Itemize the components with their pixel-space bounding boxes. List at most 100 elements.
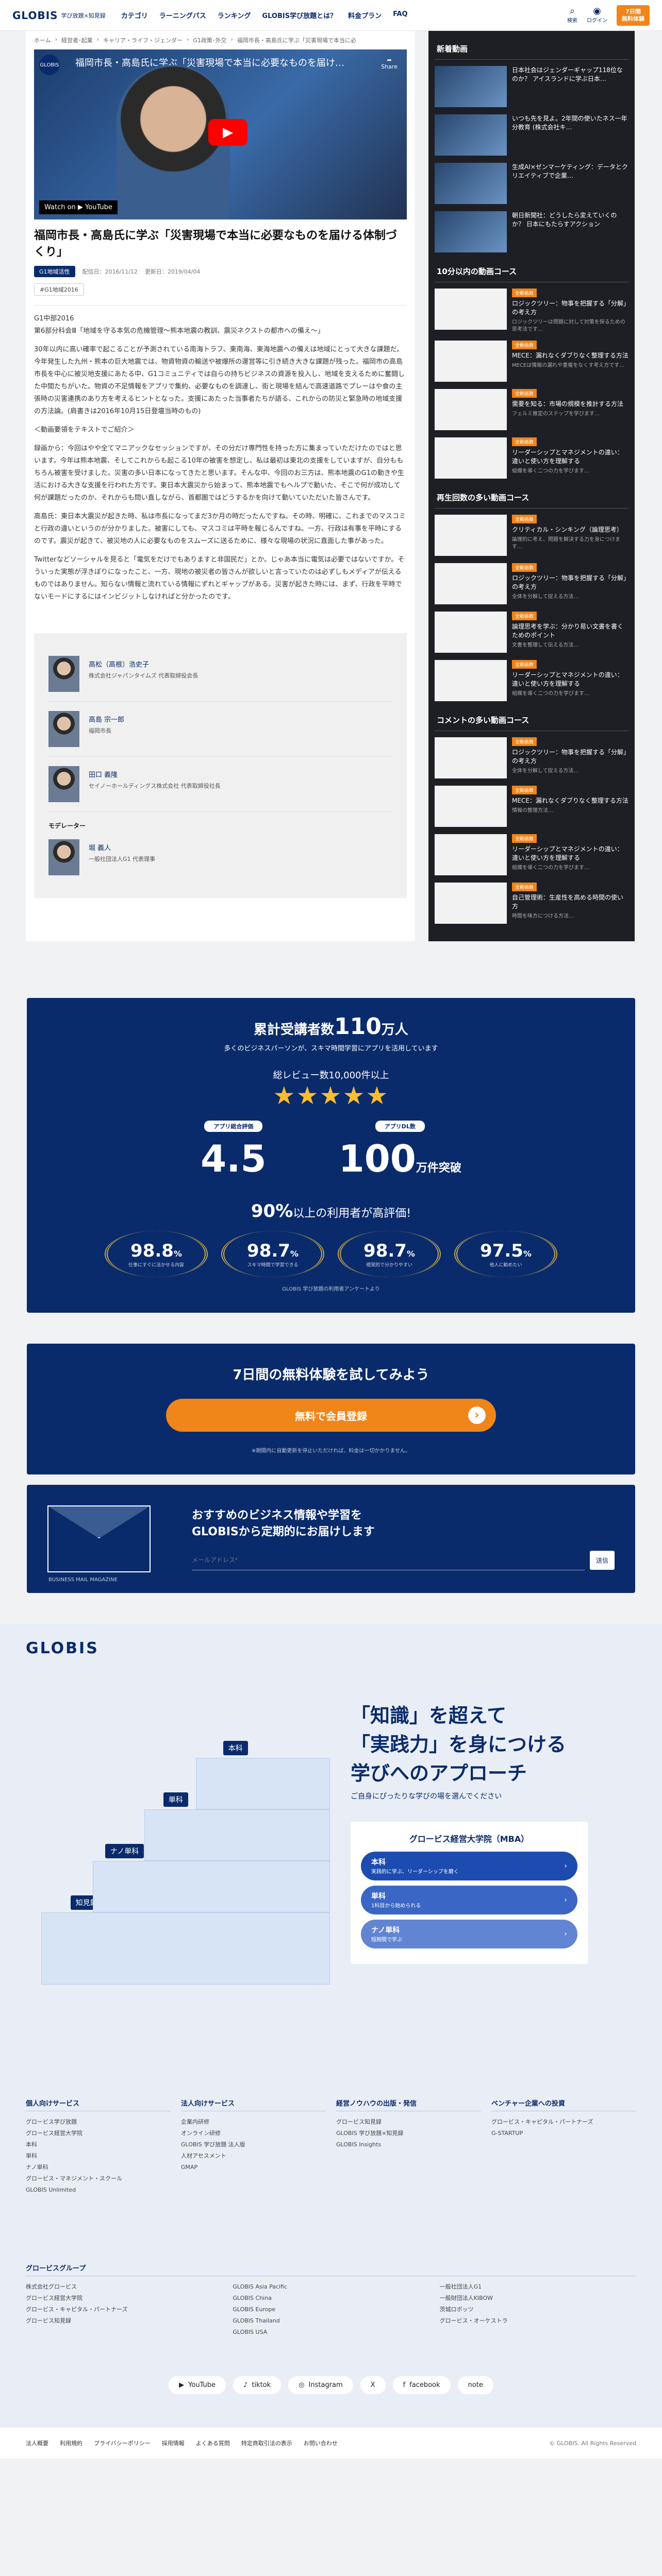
play-button[interactable]: ▶ xyxy=(208,119,247,146)
nav-ranking[interactable]: ランキング xyxy=(218,10,251,20)
footer-link[interactable]: GMAP xyxy=(181,2162,326,2173)
footer-bottom-link[interactable]: よくある質問 xyxy=(196,2439,230,2447)
video-player[interactable]: GLOBIS 福岡市長・高島氏に学ぶ「災害現場で本当に必要なものを届け… ➦ Sh… xyxy=(34,49,407,219)
nav-faq[interactable]: FAQ xyxy=(393,10,408,20)
mba-nano-button[interactable]: ナノ単科 短期間で学ぶ › xyxy=(361,1920,577,1948)
sidebar-course-item[interactable]: 全動画数 リーダーシップとマネジメントの違い：違いと使い方を理解する 組織を導く二つ… xyxy=(435,834,628,875)
footer-link[interactable]: GLOBIS 学び放題×知見録 xyxy=(336,2128,481,2139)
footer-bottom-link[interactable]: お問い合わせ xyxy=(304,2439,338,2447)
group-link[interactable]: グロービス・キャピタル・パートナーズ xyxy=(26,2304,222,2315)
speaker-name[interactable]: 高松（高根）浩史子 xyxy=(89,659,198,669)
free-trial-button[interactable]: 7日間 無料体験 xyxy=(617,5,650,26)
group-link[interactable]: GLOBIS Asia Pacific xyxy=(233,2281,429,2293)
search-button[interactable]: ⌕ 検索 xyxy=(567,7,577,24)
sidebar-video-item[interactable]: いつも先を見よ。2年間の使いたネス一年分教育 (株式会社キ… xyxy=(435,114,628,156)
sidebar-course-item[interactable]: 全動画数 リーダーシップとマネジメントの違い：違いと使い方を理解する 組織を導く二つ… xyxy=(435,437,628,479)
moderator-photo xyxy=(48,839,79,875)
register-button[interactable]: 無料で会員登録 xyxy=(166,1399,496,1432)
tiktok-link[interactable]: ♪ tiktok xyxy=(233,2376,282,2394)
footer-link[interactable]: G-STARTUP xyxy=(491,2128,636,2139)
sidebar-course-item[interactable]: 全動画数 ロジックツリー：物事を把握する「分解」の考え方 ロジックツリーは問題に対し… xyxy=(435,289,628,333)
group-link[interactable]: グロービス・オーケストラ xyxy=(440,2315,636,2327)
group-link[interactable]: 一般社団法人G1 xyxy=(440,2281,636,2293)
footer-link[interactable]: GLOBIS Unlimited xyxy=(26,2184,171,2196)
group-link[interactable]: GLOBIS USA xyxy=(233,2327,429,2338)
breadcrumb-item[interactable]: 経営者･起業 xyxy=(61,36,93,44)
footer-bottom-link[interactable]: 利用規約 xyxy=(60,2439,82,2447)
share-button[interactable]: ➦ Share xyxy=(381,57,398,70)
footer-link[interactable]: 単科 xyxy=(26,2150,171,2162)
sidebar-video-item[interactable]: 朝日新聞社：どうしたら変えていくのか？ 日本にもたらすアクション xyxy=(435,211,628,252)
submit-button[interactable]: 送信 xyxy=(589,1550,615,1570)
breadcrumb-item[interactable]: キャリア・ライフ・ジェンダー xyxy=(103,36,183,44)
moderator-name[interactable]: 堀 義人 xyxy=(89,842,155,852)
instagram-link[interactable]: ◎ Instagram xyxy=(288,2376,353,2394)
video-title[interactable]: 福岡市長・高島氏に学ぶ「災害現場で本当に必要なものを届け… xyxy=(75,56,366,69)
laurel-desc: スキマ時間で学習できる xyxy=(247,1262,299,1268)
laurel-badge: 97.5% 他人に勧めたい xyxy=(454,1231,557,1277)
nav-pricing[interactable]: 料金プラン xyxy=(348,10,382,20)
sidebar-course-item[interactable]: 全動画数 リーダーシップとマネジメントの違い：違いと使い方を理解する 組織を導く二つ… xyxy=(435,660,628,701)
footer-link[interactable]: GLOBIS 学び放題 法人版 xyxy=(181,2139,326,2150)
sidebar-course-item[interactable]: 全動画数 自己管理術：生産性を高める時間の使い方 時間を味方につける方法… xyxy=(435,883,628,924)
footer-link[interactable]: 企業内研修 xyxy=(181,2116,326,2128)
note-link[interactable]: note xyxy=(457,2376,493,2394)
sidebar-video-item[interactable]: 生成AI×ゼンマーケティング：データとクリエイティブで企業… xyxy=(435,163,628,204)
speaker-name[interactable]: 田口 義隆 xyxy=(89,769,221,779)
speaker-name[interactable]: 高島 宗一郎 xyxy=(89,714,124,724)
footer-link[interactable]: グロービス学び放題 xyxy=(26,2116,171,2128)
group-link[interactable]: GLOBIS Thailand xyxy=(233,2315,429,2327)
sidebar-course-item[interactable]: 全動画数 クリティカル・シンキング（論理思考） 論理的に考え、問題を解決する力を身に… xyxy=(435,515,628,556)
group-link[interactable]: グロービス経営大学院 xyxy=(26,2293,222,2304)
stats-title: 累計受講者数110万人 xyxy=(27,1013,635,1040)
category-tag[interactable]: G1地域活性 xyxy=(34,266,75,277)
footer-link[interactable]: グロービス・キャピタル・パートナーズ xyxy=(491,2116,636,2128)
footer-link[interactable]: GLOBIS Insights xyxy=(336,2139,481,2150)
sidebar-course-item[interactable]: 全動画数 ロジックツリー：物事を把握する「分解」の考え方 全体を分解して捉える方法… xyxy=(435,563,628,604)
sidebar-course-item[interactable]: 全動画数 需要を知る：市場の規模を推計する方法 フェルミ推定のステップを学びます… xyxy=(435,389,628,430)
youtube-link[interactable]: ▶ YouTube xyxy=(169,2376,226,2394)
footer-link[interactable]: 本科 xyxy=(26,2139,171,2150)
hashtag[interactable]: #G1地域2016 xyxy=(34,283,84,296)
channel-avatar[interactable]: GLOBIS xyxy=(39,55,60,75)
sidebar-course-item[interactable]: 全動画数 MECE：漏れなくダブりなく整理する方法 情報の整理方法… xyxy=(435,786,628,827)
facebook-link[interactable]: f facebook xyxy=(392,2376,451,2394)
footer-link[interactable]: グロービス・マネジメント・スクール xyxy=(26,2173,171,2184)
footer-link[interactable]: 人材アセスメント xyxy=(181,2150,326,2162)
nav-learning-path[interactable]: ラーニングパス xyxy=(159,10,206,20)
nav-about[interactable]: GLOBIS学び放題とは？ xyxy=(262,10,337,20)
mba-tanka-button[interactable]: 単科 1科目から始められる › xyxy=(361,1886,577,1914)
group-link[interactable]: 茨城ロボッツ xyxy=(440,2304,636,2315)
sidebar-course-item[interactable]: 全動画数 論理思考を学ぶ：分かり易い文書を書くためのポイント 文書を整理して伝える方… xyxy=(435,612,628,653)
footer-link[interactable]: ナノ単科 xyxy=(26,2162,171,2173)
footer-bottom-link[interactable]: 採用情報 xyxy=(162,2439,185,2447)
hero-line: 学びへのアプローチ xyxy=(351,1762,527,1785)
mba-honka-button[interactable]: 本科 実践的に学ぶ、リーダーシップを磨く › xyxy=(361,1852,577,1880)
email-field[interactable] xyxy=(192,1550,585,1570)
group-link[interactable]: 一般財団法人KIBOW xyxy=(440,2293,636,2304)
group-link[interactable]: グロービス知見録 xyxy=(26,2315,222,2327)
footer-bottom-link[interactable]: プライバシーポリシー xyxy=(94,2439,151,2447)
sidebar-course-item[interactable]: 全動画数 ロジックツリー：物事を把握する「分解」の考え方 全体を分解して捉える方法… xyxy=(435,737,628,778)
footer-link[interactable]: オンライン研修 xyxy=(181,2128,326,2139)
footer-logo[interactable]: GLOBIS xyxy=(26,1639,636,1657)
breadcrumb-home[interactable]: ホーム xyxy=(34,36,51,44)
sidebar-course-item[interactable]: 全動画数 MECE：漏れなくダブりなく整理する方法 MECEは情報の漏れや重複をなく… xyxy=(435,341,628,382)
login-button[interactable]: ◉ ログイン xyxy=(587,7,607,24)
group-link[interactable]: GLOBIS China xyxy=(233,2293,429,2304)
footer-bottom-link[interactable]: 法人概要 xyxy=(26,2439,48,2447)
sidebar-video-item[interactable]: 日本社会はジェンダーギャップ118位なのか？ アイスランドに学ぶ日本… xyxy=(435,66,628,107)
nav-category[interactable]: カテゴリ xyxy=(121,10,148,20)
footer-bottom-link[interactable]: 特定商取引法の表示 xyxy=(241,2439,292,2447)
footer-link[interactable]: グロービス経営大学院 xyxy=(26,2128,171,2139)
group-link[interactable]: GLOBIS Europe xyxy=(233,2304,429,2315)
tiktok-icon: ♪ xyxy=(243,2381,248,2389)
x-link[interactable]: X xyxy=(360,2376,386,2394)
course-badge: 全動画数 xyxy=(512,437,537,446)
laurel-pct: 98.7 xyxy=(247,1240,290,1261)
group-link[interactable]: 株式会社グロービス xyxy=(26,2281,222,2293)
site-logo[interactable]: GLOBIS xyxy=(12,9,58,22)
watch-on-youtube-button[interactable]: Watch on ▶ YouTube xyxy=(39,200,118,214)
footer-link[interactable]: グロービス知見録 xyxy=(336,2116,481,2128)
breadcrumb-item[interactable]: G1政策･外交 xyxy=(193,36,226,44)
